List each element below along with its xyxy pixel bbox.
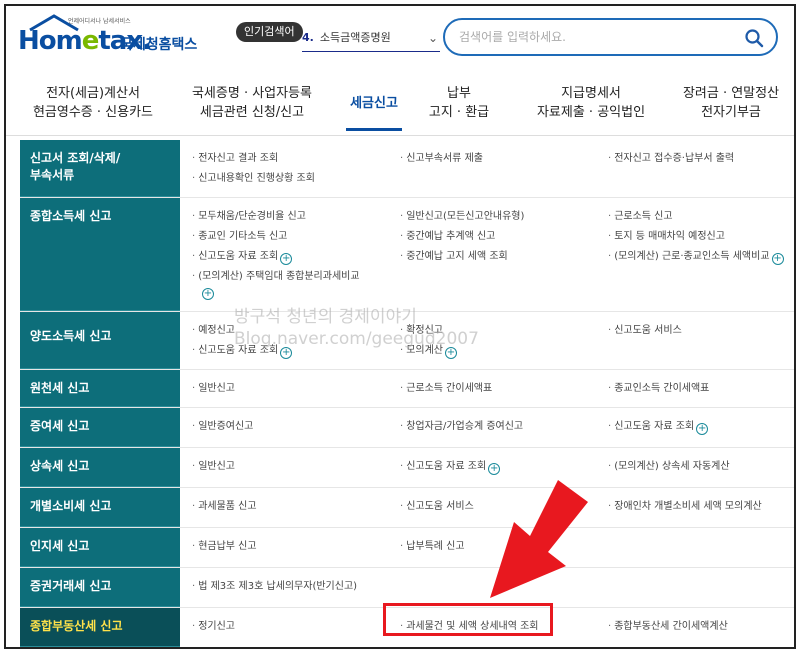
blog-watermark: 방구석 청년의 경제이야기 Blog.naver.com/geegud2007	[234, 307, 479, 349]
plus-circle-icon[interactable]: +	[280, 253, 293, 265]
menu-link[interactable]: 일반신고(모든신고안내유형)	[400, 210, 524, 224]
nav-e-invoice[interactable]: 전자(세금)계산서 현금영수증 · 신용카드	[28, 84, 158, 122]
menu-link[interactable]: 근로소득 간이세액표	[400, 382, 492, 396]
hometax-window: 언제어디서나 납세서비스 Hometax. 국세청홈택스 인기검색어 4. 소득금…	[4, 4, 796, 649]
menu-link[interactable]: 과세물품 신고	[192, 500, 256, 514]
plus-circle-icon[interactable]: +	[488, 463, 501, 475]
header: 언제어디서나 납세서비스 Hometax. 국세청홈택스 인기검색어 4. 소득금…	[6, 6, 794, 68]
menu-link[interactable]: 토지 등 매매차익 예정신고	[608, 230, 725, 244]
nav-certificates[interactable]: 국세증명 · 사업자등록 세금관련 신청/신고	[182, 84, 322, 122]
menu-link[interactable]: 정기신고	[192, 620, 235, 634]
menu-link[interactable]: 중간예납 고지 세액 조회	[400, 250, 508, 264]
menu-link[interactable]: 근로소득 신고	[608, 210, 672, 224]
chevron-down-icon: ⌄	[427, 31, 438, 45]
category-label: 인지세 신고	[20, 528, 180, 567]
menu-link[interactable]: 전자신고 접수증·납부서 출력	[608, 152, 734, 166]
menu-row: 원천세 신고 일반신고 근로소득 간이세액표 종교인소득 간이세액표	[20, 370, 794, 408]
nav-payment[interactable]: 납부 고지 · 환급	[424, 84, 494, 122]
menu-link[interactable]: 종합부동산세 간이세액계산	[608, 620, 728, 634]
menu-link[interactable]: 일반증여신고	[192, 420, 253, 434]
category-label: 증여세 신고	[20, 408, 180, 447]
category-label: 개별소비세 신고	[20, 488, 180, 527]
red-highlight-box	[383, 603, 553, 636]
menu-link[interactable]: 납부특례 신고	[400, 540, 464, 554]
category-label: 양도소득세 신고	[20, 312, 180, 369]
nav-incentives[interactable]: 장려금 · 연말정산 전자기부금	[676, 84, 786, 122]
menu-link[interactable]: 신고부속서류 제출	[400, 152, 483, 166]
category-label: 상속세 신고	[20, 448, 180, 487]
menu-row: 종합소득세 신고 모두채움/단순경비율 신고 일반신고(모든신고안내유형) 근로…	[20, 198, 794, 312]
menu-row: 신고서 조회/삭제/ 부속서류 전자신고 결과 조회 신고부속서류 제출 전자신…	[20, 140, 794, 198]
menu-link[interactable]: 신고내용확인 진행상황 조회	[192, 172, 315, 186]
popular-search-badge: 인기검색어	[236, 22, 303, 42]
plus-circle-icon[interactable]: +	[202, 288, 214, 300]
category-label: 증권거래세 신고	[20, 568, 180, 607]
menu-link[interactable]: 일반신고	[192, 382, 235, 396]
menu-link[interactable]: 중간예납 추계액 신고	[400, 230, 495, 244]
menu-link[interactable]: (모의계산) 주택임대 종합분리과세비교	[192, 270, 359, 284]
popular-term: 소득금액증명원	[319, 31, 391, 44]
nav-tax-filing[interactable]: 세금신고	[346, 94, 402, 131]
popular-search-dropdown[interactable]: 4. 소득금액증명원 ⌄	[302, 26, 440, 52]
menu-row: 개별소비세 신고 과세물품 신고 신고도움 서비스 장애인차 개별소비세 세액 …	[20, 488, 794, 528]
main-nav: 전자(세금)계산서 현금영수증 · 신용카드 국세증명 · 사업자등록 세금관련 신…	[6, 72, 794, 136]
red-arrow-annotation	[490, 480, 588, 598]
menu-link[interactable]: 신고도움 자료 조회+	[400, 460, 501, 475]
menu-link[interactable]: 종교인소득 간이세액표	[608, 382, 709, 396]
plus-circle-icon[interactable]: +	[696, 423, 709, 435]
search-icon[interactable]	[744, 28, 764, 48]
menu-link[interactable]: 장애인차 개별소비세 세액 모의계산	[608, 500, 762, 514]
menu-link[interactable]: 예정신고	[192, 324, 235, 338]
popular-rank: 4.	[302, 31, 314, 44]
logo-tagline: 언제어디서나 납세서비스	[68, 18, 131, 25]
nav-payment-statement[interactable]: 지급명세서 자료제출 · 공익법인	[526, 84, 656, 122]
menu-link[interactable]: 신고도움 자료 조회+	[192, 250, 293, 265]
menu-link[interactable]: 종교인 기타소득 신고	[192, 230, 287, 244]
menu-row: 증권거래세 신고 법 제3조 제3호 납세의무자(반기신고)	[20, 568, 794, 608]
menu-link[interactable]: 일반신고	[192, 460, 235, 474]
menu-link[interactable]: 전자신고 결과 조회	[192, 152, 278, 166]
hometax-logo[interactable]: 언제어디서나 납세서비스 Hometax. 국세청홈택스	[16, 14, 206, 58]
menu-link[interactable]: 신고도움 자료 조회+	[608, 420, 709, 435]
plus-circle-icon[interactable]: +	[771, 253, 784, 265]
menu-row: 증여세 신고 일반증여신고 창업자금/가업승계 증여신고 신고도움 자료 조회+	[20, 408, 794, 448]
menu-link[interactable]: 현금납부 신고	[192, 540, 256, 554]
menu-link[interactable]: 모두채움/단순경비율 신고	[192, 210, 306, 224]
menu-link[interactable]: (모의계산) 근로·종교인소득 세액비교+	[608, 250, 784, 265]
category-label: 종합부동산세 신고	[20, 608, 180, 647]
category-label: 신고서 조회/삭제/ 부속서류	[20, 140, 180, 197]
menu-link[interactable]: 창업자금/가업승계 증여신고	[400, 420, 523, 434]
menu-row: 인지세 신고 현금납부 신고 납부특례 신고	[20, 528, 794, 568]
search-box	[443, 18, 778, 56]
category-label: 종합소득세 신고	[20, 198, 180, 311]
menu-row: 상속세 신고 일반신고 신고도움 자료 조회+ (모의계산) 상속세 자동계산	[20, 448, 794, 488]
category-label: 원천세 신고	[20, 370, 180, 407]
menu-link[interactable]: 신고도움 서비스	[608, 324, 682, 338]
menu-link[interactable]: 법 제3조 제3호 납세의무자(반기신고)	[192, 580, 357, 594]
menu-link[interactable]: 신고도움 서비스	[400, 500, 474, 514]
search-input[interactable]	[459, 27, 729, 47]
logo-korean-name: 국세청홈택스	[120, 37, 198, 53]
menu-link[interactable]: (모의계산) 상속세 자동계산	[608, 460, 729, 474]
